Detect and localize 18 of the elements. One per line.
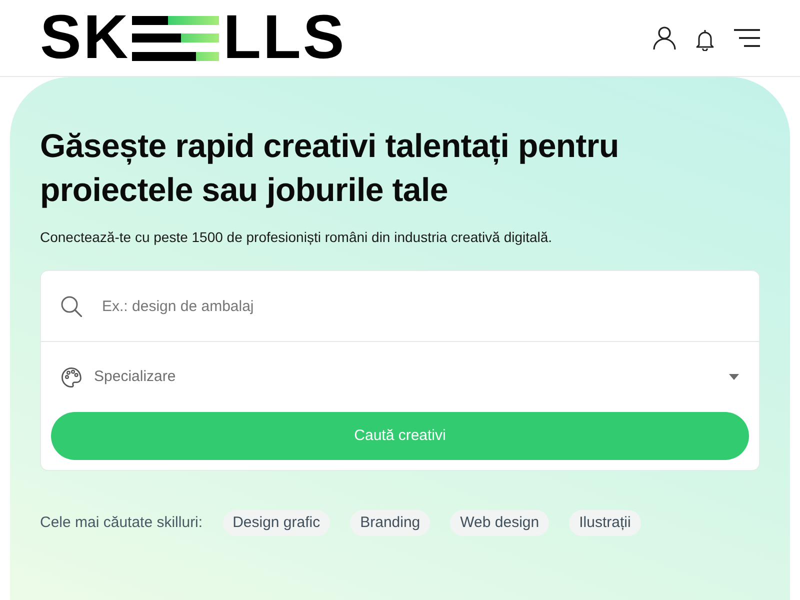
hero-subtitle: Conectează-te cu peste 1500 de profesioniști români din industria creativă digitală. — [40, 228, 554, 247]
popular-skills-label: Cele mai căutate skilluri: — [40, 512, 203, 533]
logo-text: SK — [40, 15, 130, 61]
logo-stripes-icon — [132, 16, 220, 60]
hero-title: Găsește rapid creativi talentați pentru proiectele sau joburile tale — [40, 126, 620, 210]
skill-tag[interactable]: Web design — [450, 510, 550, 536]
palette-icon — [61, 366, 82, 388]
bell-icon[interactable] — [695, 28, 715, 50]
menu-icon[interactable] — [734, 29, 760, 47]
user-icon[interactable] — [653, 26, 676, 50]
logo-text: LLS — [223, 15, 346, 61]
skill-tag[interactable]: Design grafic — [222, 510, 330, 536]
skill-tag[interactable]: Branding — [350, 510, 430, 536]
skill-tag[interactable]: Ilustrații — [569, 510, 641, 536]
specialization-dropdown[interactable]: Specializare — [82, 357, 739, 397]
search-icon — [61, 296, 82, 316]
search-field[interactable]: Ex.: design de ambalaj — [100, 286, 739, 326]
caret-icon — [729, 374, 739, 380]
